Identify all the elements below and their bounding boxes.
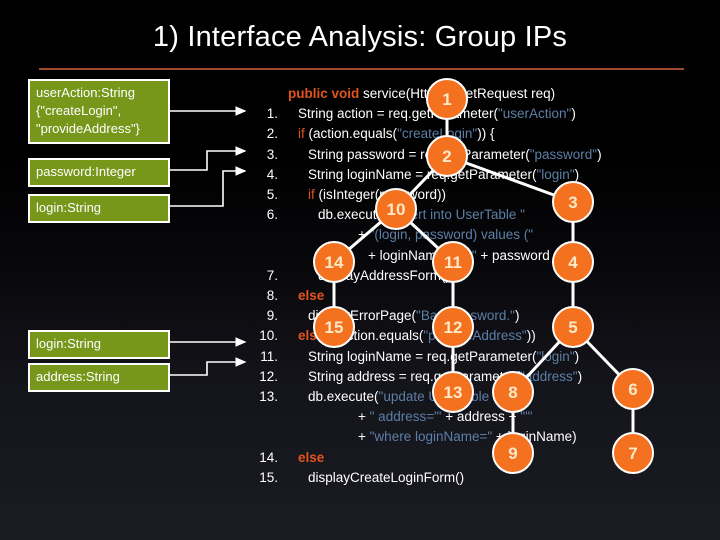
parameter-box-password: password:Integer: [28, 158, 170, 187]
tree-node-10[interactable]: 10: [375, 188, 417, 230]
parameter-connector-login-top: [170, 166, 247, 207]
code-token: db.execute(: [308, 389, 379, 405]
tree-node-9[interactable]: 9: [492, 432, 534, 474]
code-token: " address="': [369, 409, 442, 425]
tree-node-2[interactable]: 2: [426, 135, 468, 177]
parameter-box-address: address:String: [28, 363, 170, 392]
code-line-number: 3.: [266, 146, 278, 162]
tree-node-15[interactable]: 15: [313, 306, 355, 348]
code-line-number: 13.: [259, 389, 278, 405]
code-token: +: [358, 227, 370, 243]
code-line-number: 10.: [259, 328, 278, 344]
code-line: 8. else: [248, 286, 678, 306]
tree-node-6[interactable]: 6: [612, 368, 654, 410]
code-token: String password = req.getParameter(: [308, 146, 530, 162]
slide-canvas: 1) Interface Analysis: Group IPs userAct…: [0, 0, 720, 540]
tree-node-13[interactable]: 13: [432, 371, 474, 413]
tree-node-14[interactable]: 14: [313, 241, 355, 283]
code-line-number: 2.: [266, 126, 278, 142]
code-token: String action = req.getParameter(: [298, 106, 498, 122]
code-token: if: [308, 187, 315, 203]
code-line: 15. displayCreateLoginForm(): [248, 468, 678, 488]
tree-node-3[interactable]: 3: [552, 181, 594, 223]
code-token: else: [298, 449, 325, 465]
code-line-number: 5.: [266, 187, 278, 203]
tree-node-1[interactable]: 1: [426, 78, 468, 120]
tree-node-8[interactable]: 8: [492, 371, 534, 413]
tree-node-7[interactable]: 7: [612, 432, 654, 474]
code-line-number: 8.: [266, 288, 278, 304]
code-token: ): [577, 368, 583, 384]
code-line-number: 4.: [266, 166, 278, 182]
code-token: String loginName = req.getParameter(: [308, 348, 537, 364]
code-token: ): [574, 166, 580, 182]
code-line-number: 15.: [259, 469, 278, 485]
code-token: "where loginName=": [369, 429, 493, 445]
code-token: "'": [520, 409, 533, 425]
tree-node-11[interactable]: 11: [432, 241, 474, 283]
code-line: 5.if (isInteger(password)): [248, 185, 678, 205]
code-token: )) {: [477, 126, 495, 142]
code-token: "login": [536, 166, 575, 182]
code-token: ): [574, 348, 580, 364]
code-line-number: 11.: [260, 348, 278, 364]
parameter-box-userAction: userAction:String {"createLogin", "provi…: [28, 79, 170, 144]
page-title: 1) Interface Analysis: Group IPs: [152, 21, 568, 53]
code-token: if: [298, 126, 305, 142]
code-token: ): [597, 146, 602, 162]
code-line-number: 7.: [266, 267, 278, 283]
code-token: String loginName = req.getParameter(: [308, 166, 537, 182]
code-token: +: [358, 409, 370, 425]
parameter-connector-address: [170, 357, 247, 376]
code-line-number: 12.: [259, 368, 278, 384]
code-token: String address = req.getParameter(: [308, 368, 520, 384]
code-line-number: 1.: [266, 106, 278, 122]
tree-node-4[interactable]: 4: [552, 241, 594, 283]
code-token: "userAction": [497, 106, 572, 122]
code-line-number: 14.: [259, 449, 278, 465]
parameter-box-login-bottom: login:String: [28, 330, 170, 359]
code-token: )): [526, 328, 536, 344]
code-token: "login": [536, 348, 575, 364]
code-token: ): [571, 106, 576, 122]
code-token: (action.equals(: [304, 126, 398, 142]
code-token: ): [514, 308, 520, 324]
code-line: 6. db.execute("insert into UserTable ": [248, 205, 678, 225]
parameter-connector-password: [170, 146, 247, 171]
tree-node-5[interactable]: 5: [552, 306, 594, 348]
code-token: displayCreateLoginForm(): [308, 469, 465, 485]
code-token: public void: [288, 86, 360, 101]
code-line-number: 9.: [266, 308, 278, 324]
code-line: 11. String loginName = req.getParameter("…: [248, 347, 678, 367]
title-divider: [39, 68, 684, 70]
code-line-number: 6.: [266, 207, 278, 223]
code-token: else: [298, 288, 325, 304]
code-token: "password": [529, 146, 598, 162]
tree-node-12[interactable]: 12: [432, 306, 474, 348]
parameter-box-login-top: login:String: [28, 194, 170, 223]
code-token: +: [358, 429, 370, 445]
